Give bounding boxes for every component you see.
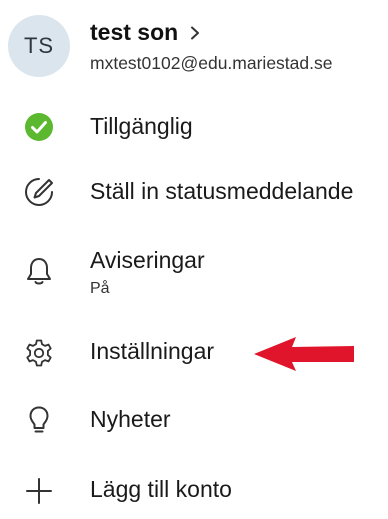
gear-icon: [26, 339, 52, 367]
profile-name: test son: [90, 19, 179, 45]
menu-item-add-account[interactable]: Lägg till konto: [0, 463, 388, 519]
lightbulb-icon: [29, 406, 49, 433]
menu-label-available: Tillgänglig: [90, 113, 193, 139]
menu-label-add-account: Lägg till konto: [90, 476, 232, 502]
avatar: TS: [8, 15, 70, 77]
bell-icon: [27, 258, 51, 285]
menu-item-status-message[interactable]: Ställ in statusmeddelande: [0, 165, 388, 221]
menu-label-whats-new: Nyheter: [90, 406, 171, 432]
profile-header[interactable]: TS test son mxtest0102@edu.mariestad.se: [8, 13, 386, 77]
menu-label-status-message: Ställ in statusmeddelande: [90, 178, 354, 204]
menu-item-whats-new[interactable]: Nyheter: [0, 393, 388, 449]
edit-status-icon: [25, 178, 53, 206]
menu-item-notifications[interactable]: Aviseringar På: [0, 240, 388, 304]
chevron-right-icon: [191, 26, 200, 39]
menu-item-available[interactable]: Tillgänglig: [0, 100, 388, 156]
profile-email: mxtest0102@edu.mariestad.se: [90, 53, 333, 73]
plus-icon: [26, 478, 52, 504]
red-arrow-icon: [254, 337, 354, 371]
menu-label-settings: Inställningar: [90, 338, 215, 364]
profile-name-row[interactable]: test son: [90, 19, 202, 46]
check-circle-icon: [25, 113, 53, 141]
menu-label-notifications: Aviseringar: [90, 247, 205, 273]
menu-sublabel-notifications: På: [90, 280, 110, 297]
